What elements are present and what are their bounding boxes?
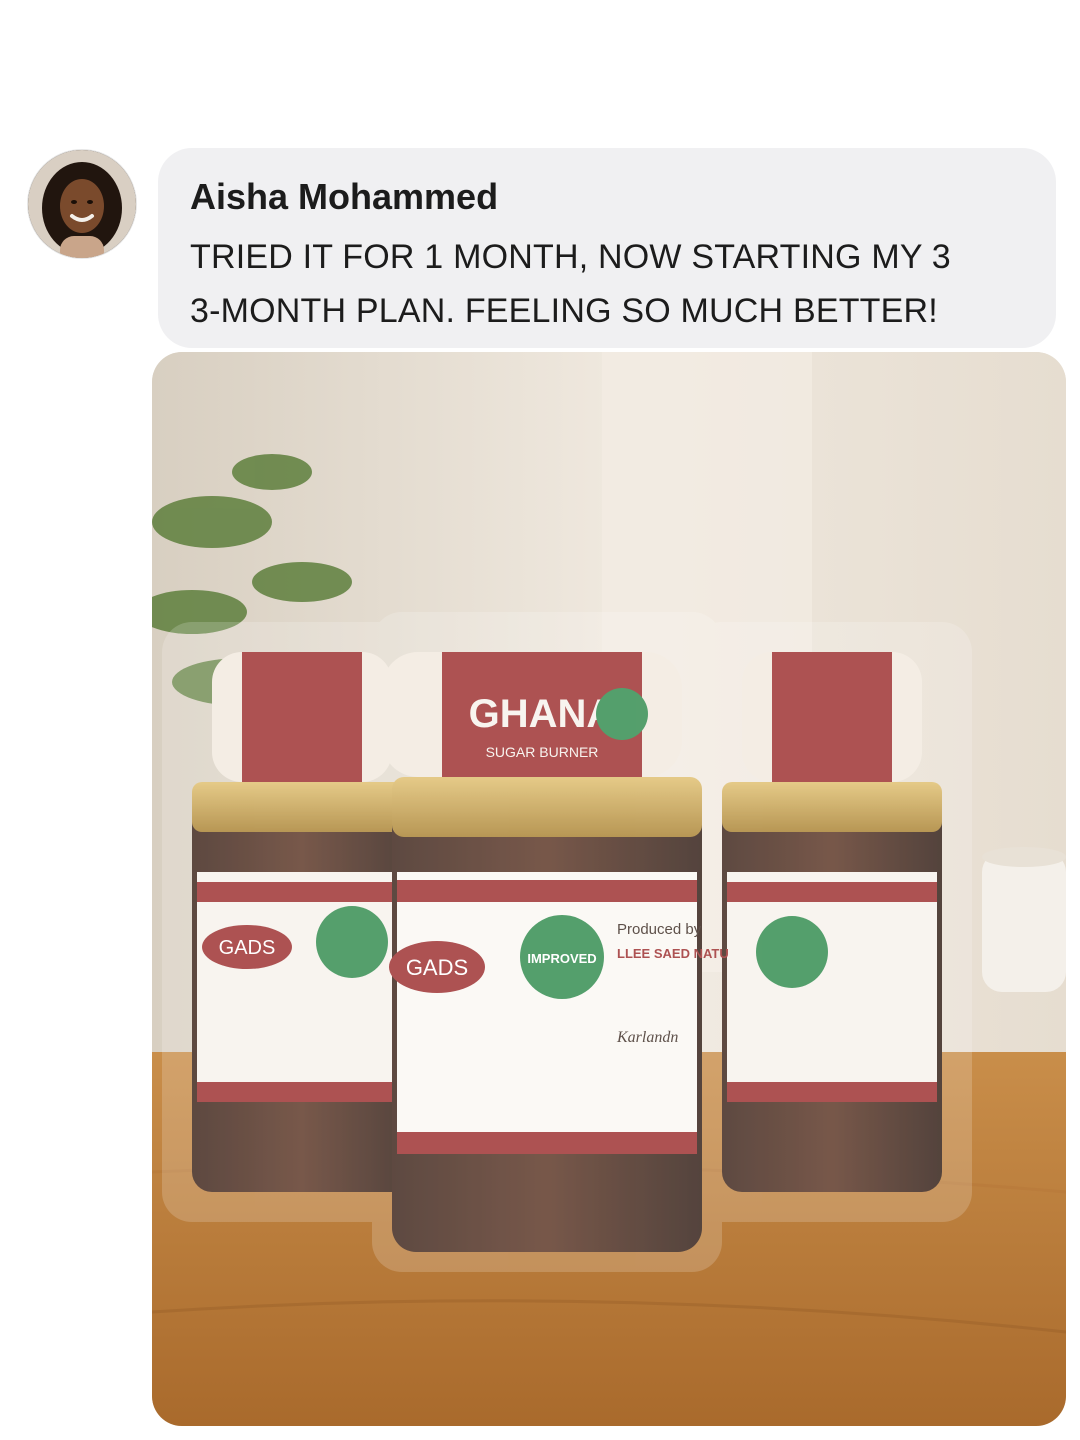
comment-bubble: Aisha Mohammed TRIED IT FOR 1 MONTH, NOW… [158,148,1056,348]
product-photo-icon: GADS GADS IMPROVED Produ [152,352,1066,1426]
comment-line-1: TRIED IT FOR 1 MONTH, NOW STARTING MY 3 [190,238,951,276]
attached-photo[interactable]: GADS GADS IMPROVED Produ [152,352,1066,1426]
user-avatar[interactable] [28,150,136,258]
comment-line-2: 3-MONTH PLAN. FEELING SO MUCH BETTER! [190,292,938,330]
user-avatar-photo-icon [28,150,136,258]
comment-text: TRIED IT FOR 1 MONTH, NOW STARTING MY 3 … [190,230,1024,338]
comment-author[interactable]: Aisha Mohammed [190,176,1024,218]
